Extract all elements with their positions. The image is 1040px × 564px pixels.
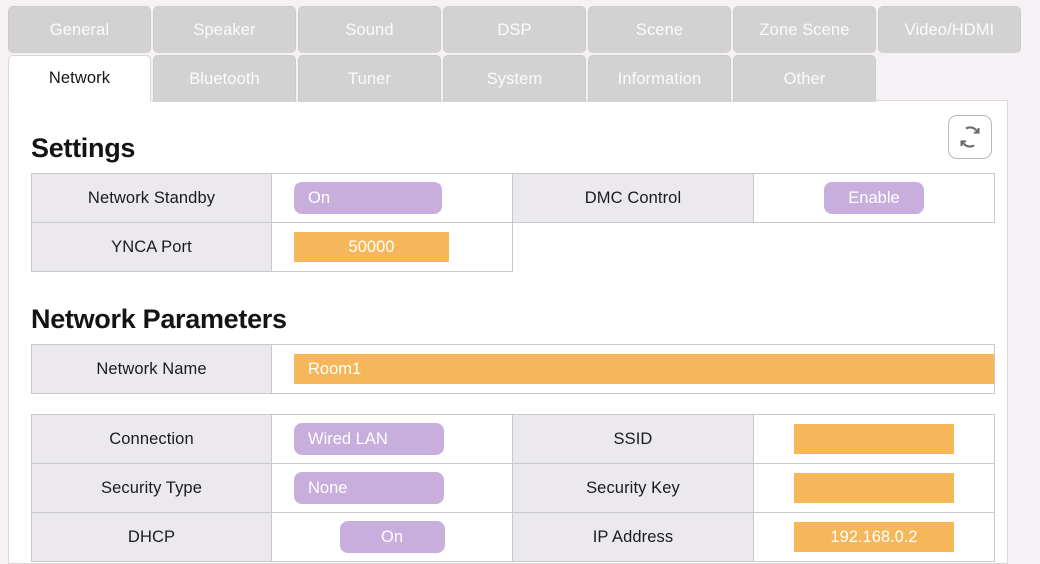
tab-video-hdmi[interactable]: Video/HDMI: [878, 6, 1021, 53]
label-connection: Connection: [31, 414, 272, 464]
control-ynca-port[interactable]: 50000: [294, 232, 449, 262]
value-cell-security-type: None: [271, 463, 513, 513]
label-security-type: Security Type: [31, 463, 272, 513]
settings-panel: Settings Network Standby On DMC Control Ena…: [8, 100, 1008, 564]
label-security-key: Security Key: [512, 463, 754, 513]
refresh-glyph: [960, 126, 980, 148]
value-cell-dmc-control: Enable: [753, 173, 995, 223]
control-ssid[interactable]: [794, 424, 954, 454]
control-network-name[interactable]: Room1: [294, 354, 994, 384]
refresh-icon[interactable]: [948, 115, 992, 159]
value-cell-connection: Wired LAN: [271, 414, 513, 464]
label-network-name: Network Name: [31, 344, 272, 394]
control-connection[interactable]: Wired LAN: [294, 423, 444, 455]
table-row: YNCA Port 50000: [31, 222, 995, 272]
control-network-standby[interactable]: On: [294, 182, 442, 214]
table-row: Network Name Room1: [31, 344, 995, 394]
tab-tuner[interactable]: Tuner: [298, 55, 441, 102]
tab-bar-row-1: General Speaker Sound DSP Scene Zone Scene Vid…: [8, 6, 1021, 53]
network-name-table: Network Name Room1: [31, 344, 995, 394]
settings-section-title: Settings: [31, 133, 136, 163]
tab-zone-scene[interactable]: Zone Scene: [733, 6, 876, 53]
settings-table: Network Standby On DMC Control Enable YNCA P…: [31, 173, 995, 272]
tab-dsp[interactable]: DSP: [443, 6, 586, 53]
value-cell-ynca-port: 50000: [271, 222, 513, 272]
tab-information[interactable]: Information: [588, 55, 731, 102]
label-network-standby: Network Standby: [31, 173, 272, 223]
table-row: DHCP On IP Address 192.168.0.2: [31, 512, 995, 562]
tab-bluetooth[interactable]: Bluetooth: [153, 55, 296, 102]
control-security-key[interactable]: [794, 473, 954, 503]
table-row: Connection Wired LAN SSID: [31, 414, 995, 464]
label-ynca-port: YNCA Port: [31, 222, 272, 272]
value-cell-security-key: [753, 463, 995, 513]
app-root: General Speaker Sound DSP Scene Zone Scene Vid…: [0, 0, 1040, 564]
table-row: Network Standby On DMC Control Enable: [31, 173, 995, 223]
network-parameters-table: Connection Wired LAN SSID Security Type None…: [31, 414, 995, 563]
control-dmc-control[interactable]: Enable: [824, 182, 924, 214]
tab-sound[interactable]: Sound: [298, 6, 441, 53]
tab-system[interactable]: System: [443, 55, 586, 102]
value-cell-network-name: Room1: [271, 344, 995, 394]
value-cell-dhcp: On: [271, 512, 513, 562]
empty-cell: [754, 223, 995, 272]
value-cell-network-standby: On: [271, 173, 513, 223]
network-parameters-section-title: Network Parameters: [31, 304, 287, 334]
control-dhcp[interactable]: On: [339, 521, 445, 553]
tab-bar-row-2: Network Bluetooth Tuner System Information Ot…: [8, 55, 876, 102]
empty-cell: [513, 223, 754, 272]
value-cell-ip-address: 192.168.0.2: [753, 512, 995, 562]
tab-other[interactable]: Other: [733, 55, 876, 102]
label-dmc-control: DMC Control: [512, 173, 754, 223]
label-ssid: SSID: [512, 414, 754, 464]
control-ip-address[interactable]: 192.168.0.2: [794, 522, 954, 552]
table-row: Security Type None Security Key: [31, 463, 995, 513]
label-dhcp: DHCP: [31, 512, 272, 562]
tab-network[interactable]: Network: [8, 55, 151, 102]
control-security-type[interactable]: None: [294, 472, 444, 504]
tab-general[interactable]: General: [8, 6, 151, 53]
label-ip-address: IP Address: [512, 512, 754, 562]
tab-speaker[interactable]: Speaker: [153, 6, 296, 53]
tab-scene[interactable]: Scene: [588, 6, 731, 53]
value-cell-ssid: [753, 414, 995, 464]
